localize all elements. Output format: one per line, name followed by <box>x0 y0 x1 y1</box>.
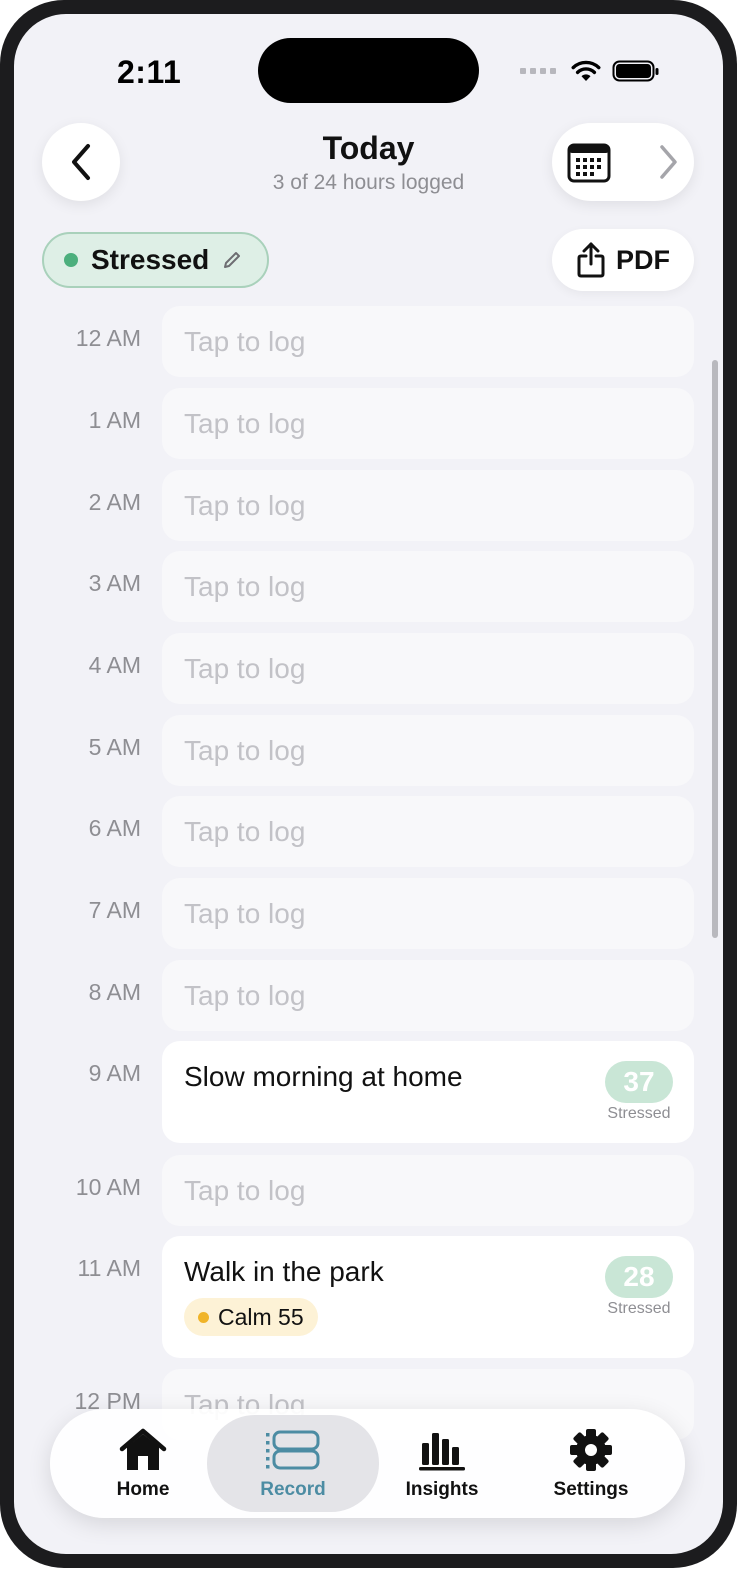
record-icon <box>266 1427 320 1473</box>
tab-label: Home <box>116 1478 170 1500</box>
scrollbar[interactable] <box>712 360 718 938</box>
status-icons <box>520 58 660 84</box>
pencil-icon <box>221 249 243 271</box>
slot-placeholder: Tap to log <box>184 489 306 521</box>
empty-slot[interactable]: Tap to log <box>162 633 694 704</box>
gear-icon <box>568 1427 614 1473</box>
wifi-icon <box>571 60 601 81</box>
chevron-right-icon <box>660 145 677 179</box>
dynamic-island <box>258 38 479 103</box>
empty-slot[interactable]: Tap to log <box>162 551 694 622</box>
calendar-button[interactable] <box>566 139 612 185</box>
bar-chart-icon <box>418 1427 466 1473</box>
log-entry-card[interactable]: Walk in the park Calm 55 28 Stressed <box>162 1236 694 1358</box>
activity-tag[interactable]: Calm 55 <box>184 1298 318 1336</box>
slot-placeholder: Tap to log <box>184 1174 306 1206</box>
hour-label: 11 AM <box>77 1255 142 1281</box>
hour-label: 4 AM <box>88 652 141 678</box>
hour-label: 7 AM <box>88 897 141 923</box>
hour-label: 8 AM <box>88 979 141 1005</box>
slot-placeholder: Tap to log <box>184 570 306 602</box>
export-pdf-button[interactable]: PDF <box>552 229 694 291</box>
slot-placeholder: Tap to log <box>184 979 306 1011</box>
stress-score: 37 Stressed <box>605 1061 673 1123</box>
empty-slot[interactable]: Tap to log <box>162 715 694 786</box>
cellular-signal-icon <box>520 68 556 74</box>
score-caption: Stressed <box>607 1300 671 1317</box>
status-time: 2:11 <box>117 54 182 90</box>
empty-slot[interactable]: Tap to log <box>162 1155 694 1226</box>
hour-label: 1 AM <box>88 407 141 433</box>
empty-slot[interactable]: Tap to log <box>162 878 694 949</box>
calendar-icon <box>567 143 611 183</box>
tab-settings[interactable]: Settings <box>505 1415 677 1512</box>
entry-title: Slow morning at home <box>184 1061 463 1092</box>
slot-placeholder: Tap to log <box>184 325 306 357</box>
tab-label: Insights <box>405 1478 479 1500</box>
tag-label: Calm 55 <box>218 1303 304 1330</box>
log-entry-card[interactable]: Slow morning at home 37 Stressed <box>162 1041 694 1143</box>
empty-slot[interactable]: Tap to log <box>162 470 694 541</box>
next-day-button[interactable] <box>648 139 688 185</box>
tab-record[interactable]: Record <box>207 1415 379 1512</box>
hour-label: 10 AM <box>75 1174 141 1200</box>
slot-placeholder: Tap to log <box>184 897 306 929</box>
slot-placeholder: Tap to log <box>184 652 306 684</box>
hour-label: 9 AM <box>88 1060 141 1086</box>
tab-home[interactable]: Home <box>57 1415 229 1512</box>
hour-label: 12 AM <box>75 325 141 351</box>
score-caption: Stressed <box>607 1105 671 1122</box>
screen: 2:11 Today 3 of 24 hours logged Stressed… <box>14 14 723 1554</box>
tab-label: Settings <box>553 1478 629 1500</box>
tab-insights[interactable]: Insights <box>356 1415 528 1512</box>
home-icon <box>118 1427 168 1473</box>
hour-label: 6 AM <box>88 815 141 841</box>
score-badge: 28 <box>605 1256 673 1298</box>
export-pdf-label: PDF <box>616 244 670 275</box>
empty-slot[interactable]: Tap to log <box>162 306 694 377</box>
tag-dot <box>198 1311 209 1323</box>
hour-label: 5 AM <box>88 734 141 760</box>
slot-placeholder: Tap to log <box>184 407 306 439</box>
tab-bar: Home Record Insights Settings <box>50 1409 685 1518</box>
hour-label: 2 AM <box>88 489 141 515</box>
slot-placeholder: Tap to log <box>184 815 306 847</box>
stress-score: 28 Stressed <box>605 1256 673 1318</box>
empty-slot[interactable]: Tap to log <box>162 960 694 1031</box>
mood-dot <box>64 253 78 267</box>
date-nav-group <box>552 123 694 201</box>
device-frame: 2:11 Today 3 of 24 hours logged Stressed… <box>0 0 737 1568</box>
entry-title: Walk in the park <box>184 1256 384 1287</box>
battery-icon <box>612 60 659 82</box>
empty-slot[interactable]: Tap to log <box>162 388 694 459</box>
score-badge: 37 <box>605 1061 673 1103</box>
hour-label: 3 AM <box>88 570 141 596</box>
mood-chip[interactable]: Stressed <box>42 232 269 288</box>
empty-slot[interactable]: Tap to log <box>162 796 694 867</box>
tab-label: Record <box>260 1478 326 1500</box>
share-icon <box>577 242 605 278</box>
mood-label: Stressed <box>91 244 210 275</box>
slot-placeholder: Tap to log <box>184 734 306 766</box>
